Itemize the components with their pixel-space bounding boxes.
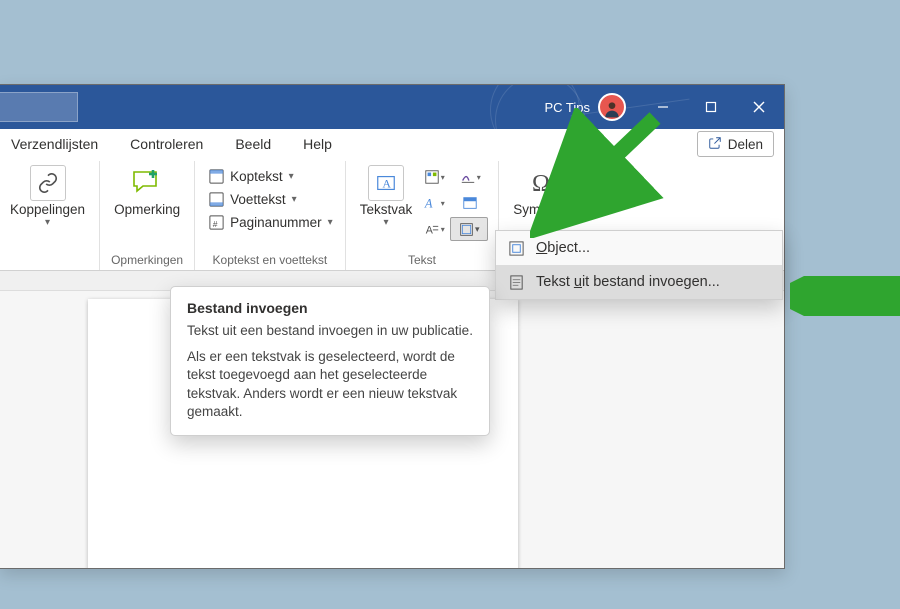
object-icon xyxy=(508,239,526,257)
paginanummer-button[interactable]: # Paginanummer ▾ xyxy=(203,211,337,233)
koppelingen-label: Koppelingen xyxy=(10,203,85,218)
header-icon xyxy=(207,167,225,185)
tekstvak-label: Tekstvak xyxy=(360,203,413,218)
close-button[interactable] xyxy=(736,85,782,129)
chevron-down-icon: ▾ xyxy=(328,217,333,228)
svg-text:A: A xyxy=(425,224,433,236)
date-time-button[interactable] xyxy=(450,191,490,215)
share-label: Delen xyxy=(728,137,763,152)
koptekst-button[interactable]: Koptekst ▾ xyxy=(203,165,337,187)
maximize-button[interactable] xyxy=(688,85,734,129)
tab-help[interactable]: Help xyxy=(287,129,348,161)
link-icon xyxy=(30,165,66,201)
object-split-button[interactable]: ▾ xyxy=(450,217,488,241)
voettekst-button[interactable]: Voettekst ▾ xyxy=(203,188,337,210)
quickparts-button[interactable]: ▾ xyxy=(420,165,448,189)
textbox-icon: A xyxy=(368,165,404,201)
svg-text:A: A xyxy=(424,196,433,210)
signature-line-button[interactable]: ▾ xyxy=(450,165,490,189)
tooltip-bestand-invoegen: Bestand invoegen Tekst uit een bestand i… xyxy=(170,286,490,436)
tab-controleren[interactable]: Controleren xyxy=(114,129,219,161)
chevron-down-icon: ▾ xyxy=(289,171,294,182)
tooltip-title: Bestand invoegen xyxy=(187,299,473,318)
annotation-arrow-2 xyxy=(790,276,900,316)
wordart-button[interactable]: A▾ xyxy=(420,191,448,215)
group-koptekst-voettekst: Koptekst ▾ Voettekst ▾ # Paginanummer ▾ xyxy=(195,161,346,270)
koppelingen-button[interactable]: Koppelingen ▾ xyxy=(4,163,91,228)
text-from-file-icon xyxy=(508,273,526,291)
share-button[interactable]: Delen xyxy=(697,131,774,157)
dropcap-button[interactable]: A▾ xyxy=(420,217,448,241)
group-tekst: A Tekstvak ▾ ▾ A▾ A▾ xyxy=(346,161,500,270)
menu-item-tekst-uit-bestand[interactable]: Tekst uit bestand invoegen... xyxy=(496,265,782,299)
opmerking-button[interactable]: Opmerking xyxy=(108,163,186,218)
footer-icon xyxy=(207,190,225,208)
group-label-koptekst: Koptekst en voettekst xyxy=(213,251,328,270)
tab-beeld[interactable]: Beeld xyxy=(219,129,287,161)
group-label-tekst: Tekst xyxy=(408,251,436,270)
tooltip-paragraph-1: Tekst uit een bestand invoegen in uw pub… xyxy=(187,322,473,340)
annotation-arrow-1 xyxy=(530,108,670,238)
title-left-box[interactable] xyxy=(0,92,78,122)
group-koppelingen: Koppelingen ▾ xyxy=(0,161,100,270)
group-label-opmerkingen: Opmerkingen xyxy=(111,251,183,270)
tekstvak-button[interactable]: A Tekstvak ▾ xyxy=(354,163,419,228)
object-dropdown-menu: Object... Tekst uit bestand invoegen... xyxy=(495,230,783,300)
svg-text:#: # xyxy=(212,219,217,229)
chevron-down-icon: ▾ xyxy=(292,194,297,205)
chevron-down-icon: ▾ xyxy=(383,218,388,228)
share-icon xyxy=(708,136,722,153)
group-opmerkingen: Opmerking Opmerkingen xyxy=(100,161,195,270)
svg-text:A: A xyxy=(382,177,391,191)
chevron-down-icon: ▾ xyxy=(45,218,50,228)
tooltip-paragraph-2: Als er een tekstvak is geselecteerd, wor… xyxy=(187,348,473,421)
tab-verzendlijsten[interactable]: Verzendlijsten xyxy=(0,129,114,161)
comment-icon xyxy=(129,165,165,201)
opmerking-label: Opmerking xyxy=(114,203,180,218)
page-number-icon: # xyxy=(207,213,225,231)
